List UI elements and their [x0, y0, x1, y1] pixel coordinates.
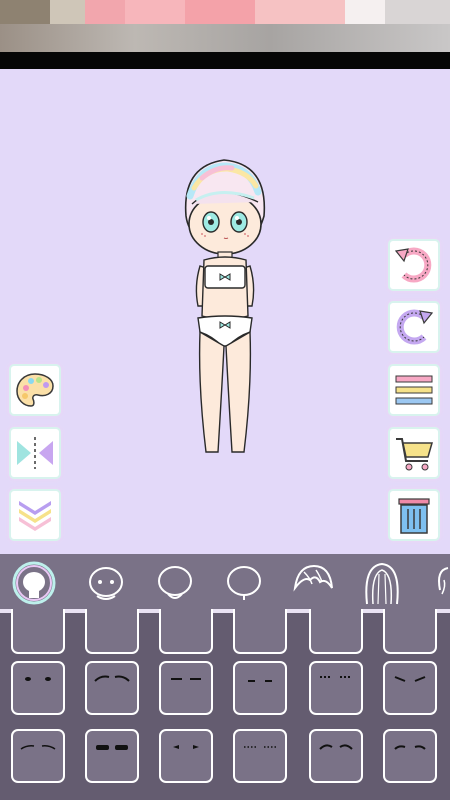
eyebrow-curved-icon — [94, 675, 130, 682]
eyebrow-dots-icon — [25, 677, 51, 681]
undo-button[interactable] — [390, 241, 438, 289]
color-palette-button[interactable] — [11, 366, 59, 414]
chevrons-down-icon — [19, 501, 51, 531]
long-hair-icon — [365, 562, 399, 605]
eyebrow-thick-icon — [96, 745, 128, 750]
eyebrow-tapered-icon — [173, 745, 199, 749]
tab-front-hair[interactable] — [290, 560, 336, 606]
flip-button[interactable] — [11, 429, 59, 477]
eyebrow-option[interactable] — [383, 661, 437, 715]
tab-head-front[interactable] — [152, 560, 198, 606]
tab-head-side[interactable] — [221, 560, 267, 606]
tab-more[interactable] — [428, 560, 450, 606]
eyebrow-arch-icon — [319, 744, 353, 750]
undo-arrow-icon — [394, 247, 432, 283]
shopping-cart-icon — [396, 438, 433, 471]
eyebrow-option[interactable] — [309, 729, 363, 783]
option-cell[interactable] — [309, 609, 363, 654]
option-cell[interactable] — [11, 609, 65, 654]
eyebrow-option[interactable] — [85, 661, 139, 715]
mirror-flip-icon — [17, 437, 53, 469]
eyebrow-option[interactable] — [85, 729, 139, 783]
trash-icon — [398, 498, 430, 534]
shop-button[interactable] — [390, 429, 438, 477]
tab-face[interactable] — [83, 560, 129, 606]
head-side-icon — [227, 566, 261, 600]
eyebrow-short-icon — [248, 680, 272, 682]
bangs-icon — [293, 564, 333, 592]
delete-button[interactable] — [390, 491, 438, 539]
menu-button[interactable] — [390, 366, 438, 414]
option-cell[interactable] — [85, 609, 139, 654]
eyebrow-option[interactable] — [233, 661, 287, 715]
body-head-icon — [12, 561, 56, 605]
tab-body[interactable] — [11, 560, 57, 606]
menu-lines-icon — [395, 375, 433, 405]
face-icon — [89, 567, 123, 600]
palette-icon — [16, 373, 54, 407]
eyebrow-thin-curve-icon — [20, 745, 56, 750]
option-cell[interactable] — [159, 609, 213, 654]
eyebrow-fine-dots-icon — [244, 746, 276, 748]
option-cell[interactable] — [383, 609, 437, 654]
eyebrow-flat-icon — [171, 678, 201, 680]
eyebrow-hook-icon — [394, 745, 426, 750]
eyebrow-option[interactable] — [159, 661, 213, 715]
eyebrow-option[interactable] — [159, 729, 213, 783]
eyebrow-options-grid — [0, 609, 450, 800]
collapse-button[interactable] — [11, 491, 59, 539]
redo-button[interactable] — [390, 303, 438, 351]
eyebrow-option[interactable] — [233, 729, 287, 783]
status-bar — [0, 0, 450, 52]
head-outline-icon — [158, 566, 192, 599]
character-figure[interactable] — [176, 156, 272, 462]
redo-arrow-icon — [396, 309, 434, 345]
top-band — [0, 52, 450, 69]
tab-back-hair[interactable] — [359, 560, 405, 606]
eyebrow-option[interactable] — [383, 729, 437, 783]
eyebrow-dotted-icon — [320, 676, 352, 678]
eyebrow-angled-icon — [394, 676, 426, 682]
category-tab-bar — [0, 554, 450, 609]
option-cell[interactable] — [233, 609, 287, 654]
eyebrow-option[interactable] — [309, 661, 363, 715]
eyebrow-option[interactable] — [11, 661, 65, 715]
eyebrow-option[interactable] — [11, 729, 65, 783]
partial-icon — [438, 567, 449, 595]
